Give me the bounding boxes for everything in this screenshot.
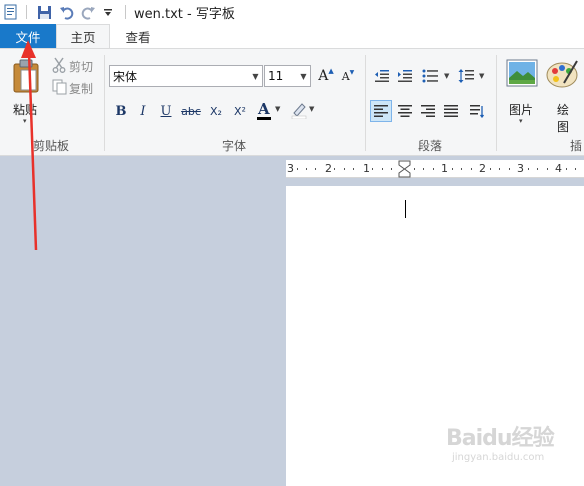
font-size-value: 11: [268, 69, 284, 83]
window-title: wen.txt - 写字板: [134, 6, 235, 22]
save-icon[interactable]: [35, 3, 53, 21]
superscript-button[interactable]: X²: [229, 100, 251, 122]
ruler-margin-area: [0, 162, 286, 176]
italic-button[interactable]: I: [133, 100, 153, 122]
font-size-combo[interactable]: 11 ▼: [264, 65, 311, 87]
justify-icon: [444, 105, 458, 117]
justify-button[interactable]: [440, 100, 462, 122]
paint-palette-icon: [546, 59, 580, 92]
decrease-indent-icon: [375, 70, 389, 82]
align-right-icon: [421, 105, 435, 117]
paragraph-settings-icon: [469, 105, 484, 118]
paint-drawing-label-1: 绘: [557, 103, 570, 117]
paste-icon: [12, 59, 40, 96]
paste-button[interactable]: 粘贴 ▾: [8, 57, 44, 129]
bold-button[interactable]: B: [111, 100, 131, 122]
align-left-icon: [374, 105, 388, 117]
bullet-list-icon: [422, 69, 438, 83]
redo-icon[interactable]: [79, 3, 97, 21]
ruler-label: 3: [517, 162, 524, 175]
paste-dropdown-icon: ▾: [23, 117, 27, 125]
cut-button[interactable]: 剪切: [50, 56, 102, 74]
ruler-label: 1: [441, 162, 448, 175]
paint-drawing-label-2: 图: [557, 120, 570, 134]
copy-icon: [52, 79, 67, 98]
chevron-down-icon[interactable]: ▼: [249, 66, 262, 86]
ruler-label: 1: [363, 162, 370, 175]
font-color-icon: A: [258, 100, 270, 118]
align-left-button[interactable]: [370, 100, 392, 122]
shrink-font-button[interactable]: A ▼: [339, 65, 357, 87]
bullets-button[interactable]: ▼: [420, 65, 452, 87]
highlight-color-button[interactable]: ▼: [289, 100, 319, 122]
font-name-value: 宋体: [113, 69, 138, 84]
horizontal-ruler[interactable]: 3 2 1 1 2 3 4: [286, 160, 584, 178]
watermark-url: jingyan.baidu.com: [452, 452, 545, 463]
group-separator: [104, 55, 105, 151]
align-center-icon: [398, 105, 412, 117]
underline-button[interactable]: U: [156, 100, 176, 122]
quick-access-separator: [26, 5, 27, 19]
chevron-down-icon[interactable]: ▼: [479, 72, 484, 80]
undo-icon[interactable]: [57, 3, 75, 21]
shrink-font-icon: A: [341, 69, 350, 83]
cut-label: 剪切: [69, 60, 94, 74]
align-right-button[interactable]: [417, 100, 439, 122]
watermark-brand: Baidu经验: [446, 426, 555, 451]
ruler-label: 4: [555, 162, 562, 175]
chevron-down-icon[interactable]: ▼: [275, 105, 280, 113]
paste-label: 粘贴: [13, 103, 38, 117]
insert-picture-button[interactable]: 图片 ▾: [502, 57, 542, 129]
strikethrough-button[interactable]: abc: [179, 100, 203, 122]
picture-dropdown-icon: ▾: [519, 117, 523, 125]
increase-indent-icon: [398, 70, 412, 82]
line-spacing-icon: [458, 69, 474, 83]
highlighter-pen-icon: [291, 101, 307, 122]
align-center-button[interactable]: [394, 100, 416, 122]
group-separator: [365, 55, 366, 151]
shrink-arrow-icon: ▼: [349, 69, 355, 76]
tab-file[interactable]: 文件: [0, 24, 56, 48]
insert-group-label: 插: [570, 139, 583, 153]
copy-label: 复制: [69, 82, 94, 96]
title-separator: [125, 5, 126, 19]
tab-view[interactable]: 查看: [110, 24, 166, 48]
chevron-down-icon[interactable]: ▼: [309, 105, 314, 113]
subscript-button[interactable]: X₂: [205, 100, 227, 122]
chevron-down-icon[interactable]: ▼: [297, 66, 310, 86]
ruler-label: 3: [287, 162, 294, 175]
chevron-down-icon[interactable]: ▼: [444, 72, 449, 80]
ruler-label: 2: [325, 162, 332, 175]
wordpad-app-icon[interactable]: [2, 3, 20, 21]
ruler-label: 2: [479, 162, 486, 175]
clipboard-group-label: 剪贴板: [32, 139, 69, 153]
font-color-button[interactable]: A ▼: [255, 100, 285, 122]
ribbon-home: 粘贴 ▾ 剪切 复制 剪贴板 宋体 ▼ 11 ▼ A ▲ A ▼ B I U a…: [0, 48, 584, 156]
font-group-label: 字体: [221, 139, 246, 153]
grow-arrow-icon: ▲: [328, 67, 334, 75]
font-name-combo[interactable]: 宋体 ▼: [109, 65, 263, 87]
text-cursor: [405, 200, 406, 218]
paragraph-settings-button[interactable]: [466, 100, 488, 122]
customize-dropdown-icon[interactable]: [99, 3, 117, 21]
tab-home[interactable]: 主页: [56, 24, 110, 48]
insert-picture-label: 图片: [509, 103, 534, 117]
line-spacing-button[interactable]: ▼: [456, 65, 488, 87]
watermark: Baidu经验 jingyan.baidu.com: [446, 420, 566, 470]
decrease-indent-button[interactable]: [371, 65, 393, 87]
grow-font-icon: A: [318, 68, 329, 84]
font-color-bar: [257, 117, 271, 120]
picture-icon: [506, 59, 538, 90]
title-bar: wen.txt - 写字板: [0, 0, 584, 24]
ribbon-tab-bar: 文件 主页 查看: [0, 24, 584, 48]
group-separator: [496, 55, 497, 151]
scissors-icon: [52, 57, 66, 76]
paint-drawing-button[interactable]: 绘 图: [545, 57, 581, 134]
copy-button[interactable]: 复制: [50, 78, 102, 96]
grow-font-button[interactable]: A ▲: [316, 65, 336, 87]
increase-indent-button[interactable]: [394, 65, 416, 87]
paragraph-group-label: 段落: [417, 139, 442, 153]
